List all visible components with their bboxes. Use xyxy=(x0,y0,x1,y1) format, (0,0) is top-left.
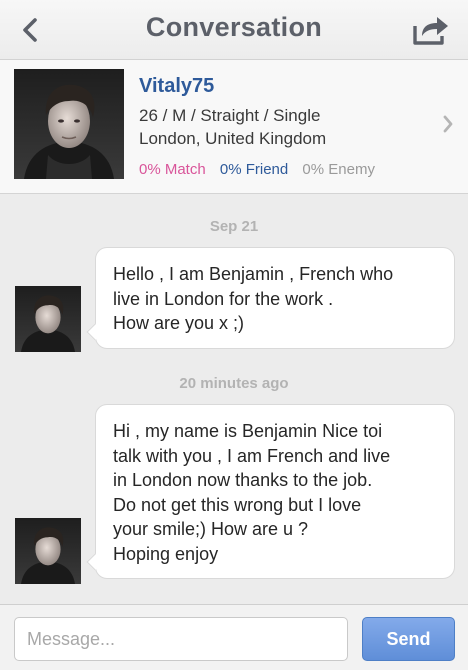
message-line: Hello , I am Benjamin , French who xyxy=(113,264,394,284)
bubble-tail xyxy=(86,553,104,571)
message-input[interactable] xyxy=(14,617,348,661)
enemy-stat: 0% Enemy xyxy=(302,161,375,178)
message-line: talk with you , I am French and live xyxy=(113,445,391,466)
message-line: How are you x ;) xyxy=(113,313,245,333)
message-bubble[interactable]: Hello , I am Benjamin , French who live … xyxy=(86,247,455,349)
sender-photo xyxy=(15,286,81,352)
sender-avatar[interactable] xyxy=(15,518,81,584)
compatibility-stats: 0% Match 0% Friend 0% Enemy xyxy=(139,161,385,178)
share-icon xyxy=(413,17,448,45)
nav-bar: Conversation xyxy=(0,0,468,60)
sender-avatar[interactable] xyxy=(15,286,81,352)
message-line: live in London for the work . xyxy=(113,288,334,309)
chevron-right-icon xyxy=(443,115,453,133)
profile-location: London, United Kingdom xyxy=(139,129,327,148)
profile-card[interactable]: Vitaly75 26 / M / Straight / Single Lond… xyxy=(0,60,468,194)
share-button[interactable] xyxy=(410,12,452,48)
message-line: in London now thanks to the job. xyxy=(113,470,373,490)
message-bubble[interactable]: Hi , my name is Benjamin Nice toi talk w… xyxy=(86,404,455,579)
avatar[interactable] xyxy=(14,69,124,179)
message-line: Hi , my name is Benjamin Nice toi xyxy=(113,421,383,441)
page-title: Conversation xyxy=(145,12,323,42)
profile-photo xyxy=(14,69,124,179)
message-timestamp: Sep 21 xyxy=(209,218,259,235)
bubble-tail xyxy=(86,323,104,340)
friend-stat: 0% Friend xyxy=(219,161,289,178)
sender-photo xyxy=(15,518,81,584)
message-composer: Send xyxy=(0,604,468,670)
profile-details: 26 / M / Straight / Single xyxy=(139,106,321,125)
match-stat: 0% Match xyxy=(139,161,206,178)
message-timestamp: 20 minutes ago xyxy=(179,375,289,392)
message-line: Hoping enjoy xyxy=(113,543,219,564)
send-button[interactable]: Send xyxy=(362,617,455,661)
message-line: your smile;) How are u ? xyxy=(113,519,309,539)
profile-username: Vitaly75 xyxy=(139,75,215,97)
message-line: Do not get this wrong but I love xyxy=(113,494,362,515)
